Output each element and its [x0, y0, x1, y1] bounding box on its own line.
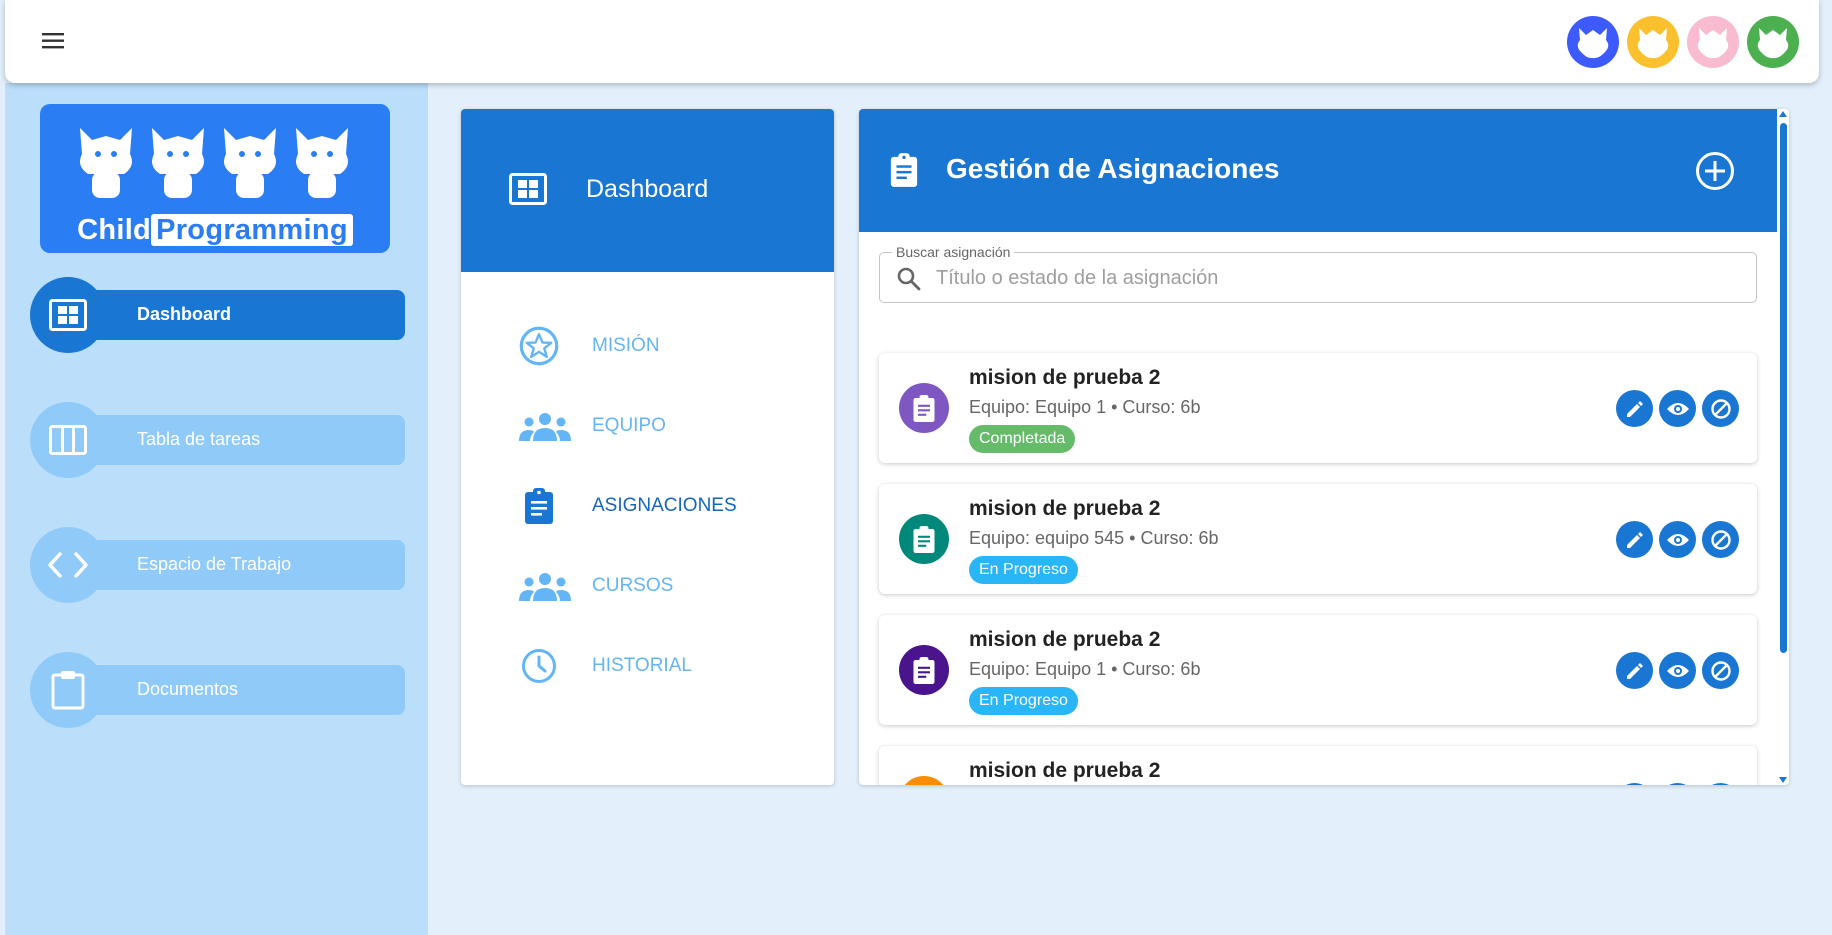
- assignment-avatar: [899, 514, 949, 564]
- block-icon: [1710, 529, 1731, 550]
- assignment-subtitle: Equipo: Equipo 1 • Curso: 6b: [969, 397, 1201, 417]
- assignment-avatar: [899, 645, 949, 695]
- sidebar-item-label: Espacio de Trabajo: [137, 554, 292, 574]
- assignment-icon: [890, 153, 918, 187]
- menu-item-mision[interactable]: MISIÓN: [461, 321, 834, 371]
- scroll-down-icon[interactable]: [1779, 777, 1787, 783]
- eye-icon: [1666, 664, 1689, 677]
- assignment-title: mision de prueba 2: [969, 366, 1161, 389]
- eye-icon: [1666, 533, 1689, 546]
- dashboard-icon: [49, 299, 87, 331]
- menu-item-asignaciones[interactable]: ASIGNACIONES: [461, 481, 834, 531]
- view-button[interactable]: [1659, 652, 1696, 689]
- cats-logo-icon: [80, 128, 348, 198]
- page-title: Gestión de Asignaciones: [946, 153, 1280, 184]
- sidebar: Child Programming Dashboard Tabla de tare…: [5, 83, 428, 935]
- assignment-title: mision de prueba 2: [969, 497, 1161, 520]
- logo-wordmark: Child Programming: [40, 214, 390, 247]
- assignment-title: mision de prueba 2: [969, 759, 1161, 782]
- view-button[interactable]: [1659, 783, 1696, 785]
- view-button[interactable]: [1659, 390, 1696, 427]
- assignment-card[interactable]: mision de prueba 2 Equipo: equipo 545 • …: [879, 484, 1757, 594]
- scroll-up-icon[interactable]: [1779, 111, 1787, 117]
- assignment-subtitle: Equipo: equipo 545 • Curso: 6b: [969, 528, 1219, 548]
- search-input[interactable]: [936, 263, 1736, 293]
- team-avatars: [1567, 16, 1799, 68]
- assignment-avatar: [899, 776, 949, 785]
- star-icon: [519, 326, 559, 366]
- assignment-avatar: [899, 383, 949, 433]
- disable-button[interactable]: [1702, 783, 1739, 785]
- card-actions: [1616, 783, 1739, 785]
- search-icon: [897, 267, 921, 291]
- block-icon: [1710, 398, 1731, 419]
- search-label: Buscar asignación: [892, 244, 1015, 260]
- clock-icon: [522, 649, 556, 683]
- assignment-card[interactable]: mision de prueba 2: [879, 746, 1757, 785]
- assignment-icon: [525, 488, 553, 524]
- disable-button[interactable]: [1702, 652, 1739, 689]
- assignment-icon: [913, 656, 935, 684]
- scrollbar-thumb[interactable]: [1780, 123, 1787, 653]
- cat-avatar-icon[interactable]: [1747, 16, 1799, 68]
- card-actions: [1616, 521, 1739, 558]
- assignment-card[interactable]: mision de prueba 2 Equipo: Equipo 1 • Cu…: [879, 615, 1757, 725]
- app-logo[interactable]: Child Programming: [40, 104, 390, 253]
- scrollbar[interactable]: [1777, 109, 1789, 785]
- assignments-panel: Gestión de Asignaciones Buscar asignació…: [859, 109, 1789, 785]
- sidebar-item-label: Dashboard: [137, 304, 232, 324]
- add-circle-icon: [1696, 152, 1734, 190]
- pencil-icon: [1626, 531, 1643, 548]
- sidebar-item-dashboard[interactable]: Dashboard: [30, 277, 405, 353]
- status-badge: En Progreso: [969, 687, 1078, 715]
- add-assignment-button[interactable]: [1695, 151, 1735, 196]
- status-badge: En Progreso: [969, 556, 1078, 584]
- eye-icon: [1666, 402, 1689, 415]
- section-menu-header: Dashboard: [461, 109, 834, 272]
- dashboard-icon: [509, 173, 547, 205]
- cat-avatar-icon[interactable]: [1687, 16, 1739, 68]
- clipboard-icon: [51, 671, 85, 710]
- pencil-icon: [1626, 662, 1643, 679]
- sidebar-item-label: Tabla de tareas: [137, 429, 261, 449]
- menu-item-historial[interactable]: HISTORIAL: [461, 641, 834, 691]
- sidebar-item-tabla-de-tareas[interactable]: Tabla de tareas: [30, 402, 405, 478]
- edit-button[interactable]: [1616, 390, 1653, 427]
- pencil-icon: [1626, 400, 1643, 417]
- disable-button[interactable]: [1702, 521, 1739, 558]
- group-icon: [519, 573, 571, 601]
- cat-avatar-icon[interactable]: [1627, 16, 1679, 68]
- edit-button[interactable]: [1616, 783, 1653, 785]
- view-button[interactable]: [1659, 521, 1696, 558]
- menu-item-equipo[interactable]: EQUIPO: [461, 401, 834, 451]
- assignment-icon: [913, 525, 935, 553]
- columns-icon: [49, 425, 87, 455]
- disable-button[interactable]: [1702, 390, 1739, 427]
- status-badge: Completada: [969, 425, 1076, 453]
- edit-button[interactable]: [1616, 521, 1653, 558]
- assignments-header: Gestión de Asignaciones: [859, 109, 1777, 232]
- top-app-bar: [5, 0, 1819, 83]
- section-menu-title: Dashboard: [586, 175, 709, 203]
- card-actions: [1616, 390, 1739, 427]
- edit-button[interactable]: [1616, 652, 1653, 689]
- search-field: Buscar asignación: [879, 244, 1757, 303]
- menu-icon[interactable]: [39, 28, 69, 54]
- assignment-subtitle: Equipo: Equipo 1 • Curso: 6b: [969, 659, 1201, 679]
- sidebar-item-espacio-de-trabajo[interactable]: Espacio de Trabajo: [30, 527, 405, 603]
- group-icon: [519, 413, 571, 441]
- assignment-title: mision de prueba 2: [969, 628, 1161, 651]
- block-icon: [1710, 660, 1731, 681]
- menu-item-cursos[interactable]: CURSOS: [461, 561, 834, 611]
- assignment-icon: [913, 394, 935, 422]
- assignment-card[interactable]: mision de prueba 2 Equipo: Equipo 1 • Cu…: [879, 353, 1757, 463]
- sidebar-item-documentos[interactable]: Documentos: [30, 652, 405, 728]
- card-actions: [1616, 652, 1739, 689]
- section-menu-panel: Dashboard MISIÓN EQUIPO ASIGNACIONES CUR…: [461, 109, 834, 785]
- sidebar-item-label: Documentos: [137, 679, 239, 699]
- cat-avatar-icon[interactable]: [1567, 16, 1619, 68]
- code-icon: [48, 552, 88, 578]
